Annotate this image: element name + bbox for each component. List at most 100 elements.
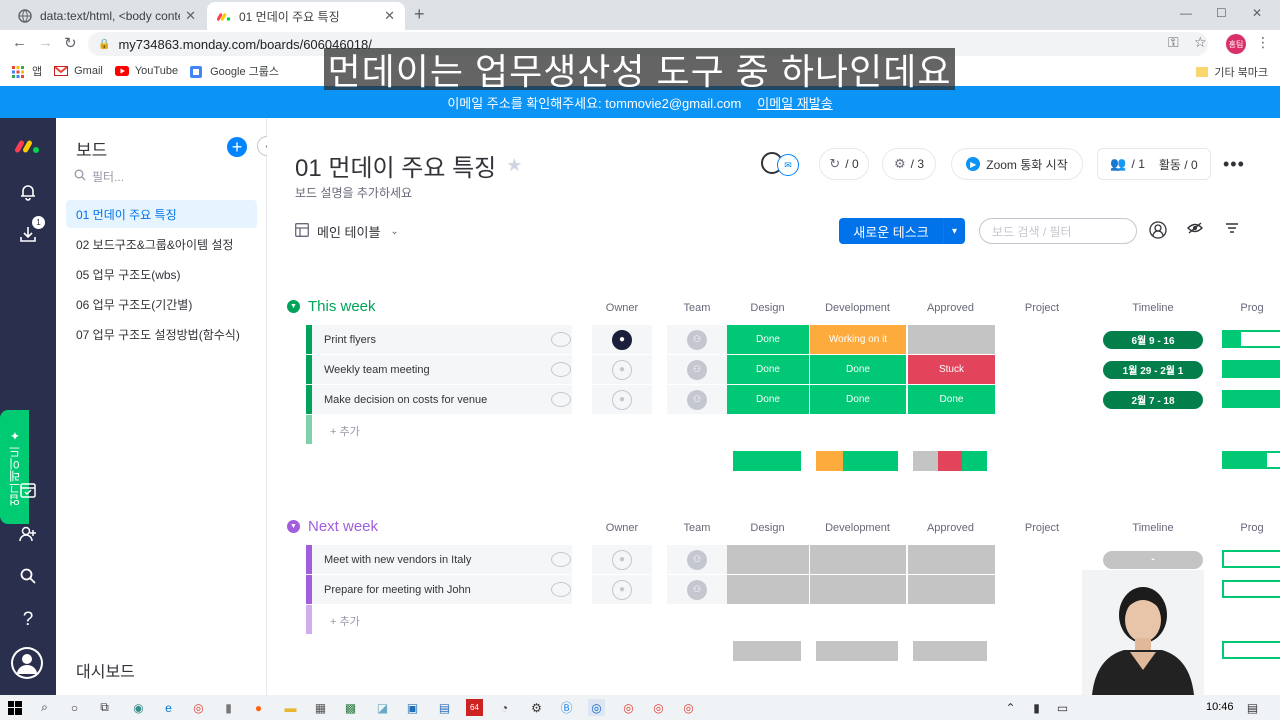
- display-icon[interactable]: ▭: [1054, 699, 1071, 716]
- development-status-cell[interactable]: Done: [810, 385, 906, 414]
- owner-cell[interactable]: ●: [592, 325, 652, 354]
- development-status-cell[interactable]: [810, 575, 906, 604]
- calendar-check-icon[interactable]: [14, 476, 42, 504]
- group-header-this-week[interactable]: ▼ This week: [287, 298, 376, 315]
- close-tab-icon[interactable]: ✕: [185, 8, 196, 24]
- board-item[interactable]: 05 업무 구조도(wbs): [66, 260, 257, 288]
- person-filter-icon[interactable]: [1149, 221, 1167, 244]
- board-item[interactable]: 01 먼데이 주요 특징: [66, 200, 257, 228]
- team-cell[interactable]: ⚇: [667, 355, 727, 384]
- chrome-icon[interactable]: ◎: [620, 699, 637, 716]
- edge-icon[interactable]: e: [160, 699, 177, 716]
- item-name[interactable]: Print flyers: [312, 325, 572, 354]
- column-header[interactable]: Project: [995, 522, 1089, 534]
- sort-filter-icon[interactable]: [1225, 221, 1239, 239]
- column-header[interactable]: Team: [667, 522, 727, 534]
- column-header[interactable]: Owner: [592, 302, 652, 314]
- table-row[interactable]: Make decision on costs for venue ● ⚇ Done Do…: [306, 385, 1280, 414]
- board-item[interactable]: 06 업무 구조도(기간별): [66, 290, 257, 318]
- app-icon[interactable]: ◉: [130, 699, 147, 716]
- project-cell[interactable]: [995, 575, 1089, 604]
- column-header[interactable]: Prog: [1222, 302, 1280, 314]
- timeline-cell[interactable]: 6월 9 - 16: [1103, 325, 1203, 354]
- timeline-pill[interactable]: -: [1103, 550, 1203, 569]
- approved-status-cell[interactable]: [908, 575, 995, 604]
- development-status-cell[interactable]: [810, 545, 906, 574]
- chevron-up-icon[interactable]: ⌃: [1002, 699, 1019, 716]
- browser-tab-data[interactable]: data:text/html, <body contente ✕: [8, 2, 206, 30]
- project-cell[interactable]: [995, 385, 1089, 414]
- close-tab-icon[interactable]: ✕: [384, 8, 395, 24]
- main-table-view-tab[interactable]: 메인 테이블 ⌄: [295, 222, 399, 241]
- column-header[interactable]: Prog: [1222, 522, 1280, 534]
- design-status-cell[interactable]: Done: [727, 325, 809, 354]
- eye-hide-icon[interactable]: [1187, 221, 1203, 240]
- design-status-cell[interactable]: [727, 575, 809, 604]
- chrome-icon[interactable]: ◎: [588, 699, 605, 716]
- app-icon[interactable]: ◔: [496, 699, 513, 716]
- chrome-icon[interactable]: ◎: [190, 699, 207, 716]
- board-title[interactable]: 01 먼데이 주요 특징 ★: [295, 148, 522, 183]
- user-avatar-icon[interactable]: [10, 646, 44, 680]
- project-cell[interactable]: [995, 355, 1089, 384]
- chrome-icon[interactable]: ◎: [650, 699, 667, 716]
- board-description[interactable]: 보드 설명을 추가하세요: [295, 184, 412, 201]
- chevron-down-icon[interactable]: ⌄: [390, 226, 398, 237]
- owner-cell[interactable]: ●: [592, 545, 652, 574]
- dashboard-link[interactable]: 대시보드: [76, 658, 135, 682]
- column-header[interactable]: Timeline: [1103, 522, 1203, 534]
- star-icon[interactable]: ☆: [1194, 34, 1207, 51]
- minimize-icon[interactable]: —: [1180, 6, 1192, 20]
- activity-button[interactable]: ↻ / 0: [819, 148, 869, 180]
- app-icon[interactable]: ▩: [342, 699, 359, 716]
- bell-icon[interactable]: [14, 178, 42, 206]
- back-icon[interactable]: ←: [12, 34, 27, 51]
- timeline-pill[interactable]: 6월 9 - 16: [1103, 330, 1203, 349]
- resend-email-link[interactable]: 이메일 재발송: [757, 93, 832, 112]
- timeline-cell[interactable]: 2월 7 - 18: [1103, 385, 1203, 414]
- bookmark-other[interactable]: 기타 북마크: [1196, 64, 1268, 80]
- cortana-icon[interactable]: ○: [66, 699, 83, 716]
- bookmark-gmail[interactable]: Gmail: [54, 65, 103, 77]
- invite-user-icon[interactable]: [14, 520, 42, 548]
- approved-status-cell[interactable]: Stuck: [908, 355, 995, 384]
- app-icon[interactable]: ▤: [436, 699, 453, 716]
- maximize-icon[interactable]: ☐: [1216, 6, 1227, 20]
- close-window-icon[interactable]: ✕: [1252, 6, 1262, 20]
- reload-icon[interactable]: ↻: [64, 34, 77, 52]
- firefox-icon[interactable]: ●: [250, 699, 267, 716]
- item-name[interactable]: Make decision on costs for venue: [312, 385, 572, 414]
- approved-status-cell[interactable]: Done: [908, 385, 995, 414]
- approved-status-cell[interactable]: [908, 545, 995, 574]
- browser-tab-monday[interactable]: 01 먼데이 주요 특징 ✕: [207, 2, 405, 30]
- calculator-icon[interactable]: ▦: [312, 699, 329, 716]
- column-header[interactable]: Approved: [907, 302, 994, 314]
- app-icon[interactable]: ◪: [374, 699, 391, 716]
- development-status-cell[interactable]: Working on it: [810, 325, 906, 354]
- bookmark-google-groups[interactable]: Google 그룹스: [190, 63, 279, 79]
- members-activity-button[interactable]: 👥 / 1 활동 / 0: [1097, 148, 1211, 180]
- speech-bubble-icon[interactable]: [551, 332, 571, 347]
- app-icon[interactable]: ▮: [220, 699, 237, 716]
- windows-start-icon[interactable]: [6, 699, 23, 716]
- speech-bubble-icon[interactable]: [551, 582, 571, 597]
- approved-status-cell[interactable]: [908, 325, 995, 354]
- file-explorer-icon[interactable]: ▬: [282, 699, 299, 716]
- speech-bubble-icon[interactable]: [551, 362, 571, 377]
- design-status-cell[interactable]: [727, 545, 809, 574]
- help-icon[interactable]: ?: [14, 606, 42, 634]
- zoom-call-button[interactable]: ▶ Zoom 통화 시작: [951, 148, 1083, 180]
- group-header-next-week[interactable]: ▼ Next week: [287, 518, 378, 535]
- profile-avatar[interactable]: 홍팀: [1226, 34, 1246, 54]
- team-cell[interactable]: ⚇: [667, 325, 727, 354]
- bookmark-youtube[interactable]: YouTube: [114, 65, 178, 77]
- forward-icon[interactable]: →: [38, 34, 53, 51]
- chevron-down-icon[interactable]: ▼: [287, 300, 300, 313]
- project-cell[interactable]: [995, 545, 1089, 574]
- board-item[interactable]: 07 업무 구조도 설정방법(함수식): [66, 320, 257, 348]
- table-row[interactable]: Weekly team meeting ● ⚇ Done Done Stuck 1월 29 …: [306, 355, 1280, 384]
- project-cell[interactable]: [995, 325, 1089, 354]
- column-header[interactable]: Approved: [907, 522, 994, 534]
- column-header[interactable]: Project: [995, 302, 1089, 314]
- search-icon[interactable]: ⌕: [36, 699, 53, 716]
